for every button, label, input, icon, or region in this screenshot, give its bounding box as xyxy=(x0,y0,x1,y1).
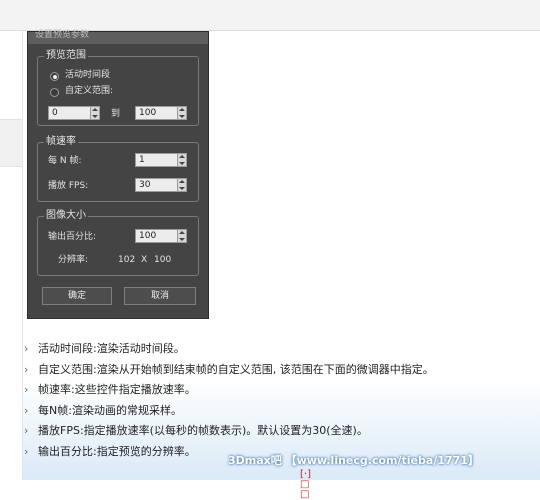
resolution-x: X xyxy=(141,255,148,265)
dialog-title: 设置预览参数 xyxy=(35,30,90,40)
description-list: › 活动时间段:渲染活动时间段。 › 自定义范围:渲染从开始帧到结束帧的自定义范围,… xyxy=(24,340,534,463)
output-percent-spinner[interactable]: 100 xyxy=(135,229,187,243)
radio-active-time[interactable] xyxy=(50,72,59,81)
watermark: 3Dmax吧 【www.linecg.com/tieba/1771】 xyxy=(228,454,479,467)
output-percent-value: 100 xyxy=(139,231,157,241)
range-to-label: 到 xyxy=(111,109,121,119)
preview-settings-dialog: 设置预览参数 预览范围 活动时间段 自定义范围: 0 到 100 帧速率 每 N… xyxy=(27,30,209,319)
spinner-arrows-icon[interactable] xyxy=(177,107,186,119)
spinner-arrows-icon[interactable] xyxy=(90,107,99,119)
page-left-strip xyxy=(0,31,23,480)
resolution-label: 分辨率: xyxy=(58,255,89,265)
playback-fps-spinner[interactable]: 30 xyxy=(135,178,187,192)
cancel-button[interactable]: 取消 xyxy=(124,287,196,305)
range-start-spinner[interactable]: 0 xyxy=(48,106,100,120)
left-strip-band xyxy=(0,119,22,167)
playback-fps-label: 播放 FPS: xyxy=(48,181,89,191)
range-end-value: 100 xyxy=(139,108,157,118)
output-percent-label: 输出百分比: xyxy=(48,232,97,242)
resolution-height: 100 xyxy=(154,255,172,265)
ok-button[interactable]: 确定 xyxy=(42,287,112,305)
image-size-label: 图像大小 xyxy=(44,209,88,223)
radio-custom-range[interactable] xyxy=(50,88,59,97)
radio-active-time-label: 活动时间段 xyxy=(65,70,111,80)
frame-rate-group: 帧速率 每 N 帧: 1 播放 FPS: 30 xyxy=(37,135,199,202)
every-n-frames-label: 每 N 帧: xyxy=(48,156,82,166)
list-item: › 每N帧:渲染动画的常规采样。 xyxy=(24,402,534,423)
chevron-right-icon: › xyxy=(24,362,29,376)
range-end-spinner[interactable]: 100 xyxy=(135,106,187,120)
radio-custom-range-label: 自定义范围: xyxy=(65,86,114,96)
chevron-right-icon: › xyxy=(24,424,29,437)
chevron-right-icon: › xyxy=(24,383,29,396)
list-item: › 自定义范围:渲染从开始帧到结束帧的自定义范围, 该范围在下面的微调器中指定。 xyxy=(24,361,534,382)
preview-range-group: 预览范围 活动时间段 自定义范围: 0 到 100 xyxy=(37,49,199,126)
preview-range-label: 预览范围 xyxy=(44,49,88,63)
every-n-frames-spinner[interactable]: 1 xyxy=(135,153,187,167)
list-item: › 活动时间段:渲染活动时间段。 xyxy=(24,340,534,361)
playback-fps-value: 30 xyxy=(139,180,151,190)
spinner-arrows-icon[interactable] xyxy=(177,179,186,191)
chevron-right-icon: › xyxy=(24,342,29,355)
frame-rate-label: 帧速率 xyxy=(44,135,78,149)
bottom-fragment: [·] □ □ xyxy=(300,469,311,500)
spinner-arrows-icon[interactable] xyxy=(177,230,186,242)
dialog-title-bar: 设置预览参数 xyxy=(28,30,208,44)
list-item: › 帧速率:这些控件指定播放速率。 xyxy=(24,381,534,402)
range-start-value: 0 xyxy=(52,108,58,118)
every-n-frames-value: 1 xyxy=(139,155,145,165)
image-size-group: 图像大小 输出百分比: 100 分辨率: 102 X 100 xyxy=(37,209,199,276)
chevron-right-icon: › xyxy=(24,403,29,417)
chevron-right-icon: › xyxy=(24,444,29,458)
list-item: › 播放FPS:指定播放速率(以每秒的帧数表示)。默认设置为30(全速)。 xyxy=(24,422,534,443)
resolution-width: 102 xyxy=(118,255,136,265)
spinner-arrows-icon[interactable] xyxy=(177,154,186,166)
